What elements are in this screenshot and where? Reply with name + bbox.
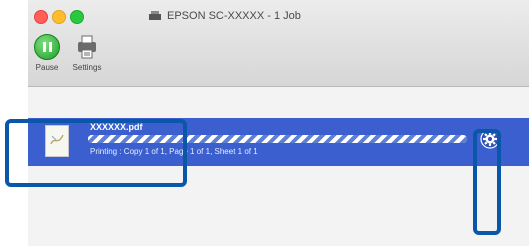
zoom-window-button[interactable]	[70, 10, 84, 24]
settings-label: Settings	[72, 63, 102, 72]
window-title: EPSON SC-XXXXX - 1 Job	[148, 8, 301, 24]
job-info-highlight	[5, 119, 187, 187]
pause-icon	[34, 34, 60, 60]
printer-icon	[149, 11, 161, 20]
settings-icon	[78, 35, 96, 59]
window-title-text: EPSON SC-XXXXX - 1 Job	[167, 10, 301, 22]
close-window-button[interactable]	[34, 10, 48, 24]
gear-button-highlight	[473, 129, 501, 235]
title-toolbar: EPSON SC-XXXXX - 1 Job Pause Settings	[28, 0, 529, 87]
pause-label: Pause	[35, 63, 59, 72]
minimize-window-button[interactable]	[52, 10, 66, 24]
pause-button[interactable]: Pause	[32, 34, 62, 72]
settings-button[interactable]: Settings	[66, 34, 108, 72]
